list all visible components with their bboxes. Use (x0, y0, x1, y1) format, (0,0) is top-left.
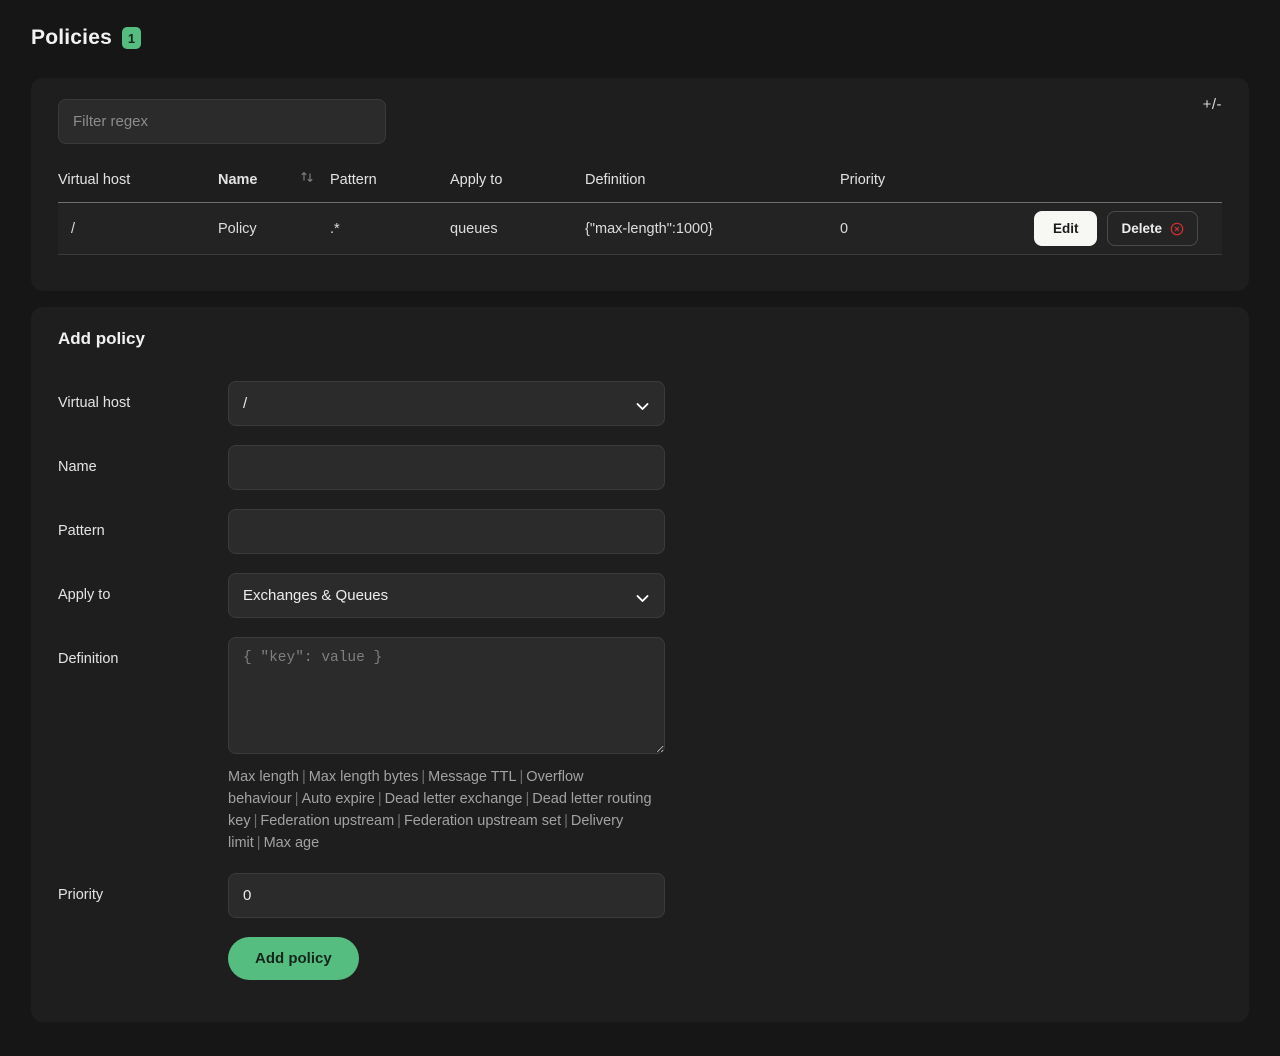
definition-hint-link[interactable]: Federation upstream set (404, 813, 561, 829)
add-policy-panel: Add policy Virtual host / Name Pattern A… (31, 307, 1249, 1022)
delete-policy-button[interactable]: Delete (1107, 211, 1198, 246)
definition-hint-link[interactable]: Max age (264, 835, 320, 851)
field-wrap-apply-to: Exchanges & Queues (228, 573, 665, 618)
policies-panel: +/- Virtual host Name (31, 78, 1249, 291)
hint-separator: | (421, 769, 426, 785)
definition-hint-link[interactable]: Dead letter exchange (385, 791, 523, 807)
form-row-pattern: Pattern (58, 509, 1218, 554)
virtual-host-select[interactable]: / (228, 381, 665, 426)
cell-definition: {"max-length":1000} (585, 202, 840, 255)
delete-policy-label: Delete (1121, 221, 1162, 236)
label-pattern: Pattern (58, 523, 105, 539)
label-definition: Definition (58, 651, 119, 667)
hint-separator: | (519, 769, 524, 785)
form-row-apply-to: Apply to Exchanges & Queues (58, 573, 1218, 618)
apply-to-select[interactable]: Exchanges & Queues (228, 573, 665, 618)
cell-actions: Edit Delete (1030, 202, 1222, 255)
add-policy-title: Add policy (58, 329, 145, 348)
x-circle-icon (1170, 222, 1184, 236)
column-header-virtual-host[interactable]: Virtual host (58, 170, 218, 203)
hint-separator: | (397, 813, 401, 829)
cell-apply-to: queues (450, 202, 585, 255)
priority-input[interactable] (228, 873, 665, 918)
cell-priority: 0 (840, 202, 1030, 255)
row-action-buttons: Edit Delete (1030, 211, 1210, 246)
pattern-input[interactable] (228, 509, 665, 554)
column-header-pattern[interactable]: Pattern (330, 170, 450, 203)
cell-virtual-host: / (58, 202, 218, 255)
definition-hint-link[interactable]: Message TTL (428, 769, 516, 785)
policies-count-badge: 1 (121, 27, 141, 49)
hint-separator: | (294, 791, 299, 807)
table-row: / Policy .* queues {"max-length":1000} 0… (58, 202, 1222, 255)
page-title: Policies (31, 26, 112, 49)
label-virtual-host: Virtual host (58, 395, 131, 411)
cell-sort-spacer (300, 202, 330, 255)
label-priority: Priority (58, 887, 104, 903)
hint-separator: | (301, 769, 306, 785)
definition-hint-links: Max length | Max length bytes | Message TTL |… (228, 766, 668, 854)
table-header-row: Virtual host Name Pattern Apply to Defin… (58, 170, 1222, 203)
edit-policy-button[interactable]: Edit (1033, 211, 1098, 246)
label-name: Name (58, 459, 97, 475)
policies-page: Policies 1 +/- Virtual host Name (0, 0, 1280, 1056)
cell-pattern: .* (330, 202, 450, 255)
definition-hint-link[interactable]: Auto expire (301, 791, 374, 807)
column-header-name[interactable]: Name (218, 170, 300, 203)
field-wrap-definition: Max length|Max length bytes|Message TTL|… (228, 637, 665, 854)
name-input[interactable] (228, 445, 665, 490)
column-header-actions (1030, 170, 1222, 203)
definition-textarea[interactable] (228, 637, 665, 754)
cell-name: Policy (218, 202, 300, 255)
add-policy-form: Virtual host / Name Pattern Apply to Exc… (58, 381, 1218, 980)
toggle-columns-button[interactable]: +/- (1203, 96, 1222, 113)
form-row-definition: Definition Max length|Max length bytes|M… (58, 637, 1218, 854)
definition-hint-link[interactable]: Federation upstream (260, 813, 394, 829)
form-row-name: Name (58, 445, 1218, 490)
column-header-definition[interactable]: Definition (585, 170, 840, 203)
add-policy-button[interactable]: Add policy (228, 937, 359, 980)
field-wrap-pattern (228, 509, 665, 554)
definition-hint-link[interactable]: Max length (228, 769, 299, 785)
field-wrap-virtual-host: / (228, 381, 665, 426)
policies-table: Virtual host Name Pattern Apply to Defin… (58, 170, 1222, 255)
label-apply-to: Apply to (58, 587, 111, 603)
sort-updown-icon[interactable] (300, 170, 314, 186)
page-header: Policies 1 (31, 26, 141, 50)
hint-separator: | (253, 813, 258, 829)
field-wrap-priority (228, 873, 665, 918)
form-row-submit: Add policy (228, 937, 1218, 980)
hint-separator: | (525, 791, 530, 807)
form-row-priority: Priority (58, 873, 1218, 918)
column-header-priority[interactable]: Priority (840, 170, 1030, 203)
filter-regex-input[interactable] (58, 99, 386, 144)
sort-column-cell (300, 170, 330, 203)
hint-separator: | (377, 791, 382, 807)
field-wrap-name (228, 445, 665, 490)
hint-separator: | (256, 835, 261, 851)
form-row-virtual-host: Virtual host / (58, 381, 1218, 426)
definition-hint-link[interactable]: Max length bytes (309, 769, 419, 785)
hint-separator: | (564, 813, 568, 829)
column-header-apply-to[interactable]: Apply to (450, 170, 585, 203)
